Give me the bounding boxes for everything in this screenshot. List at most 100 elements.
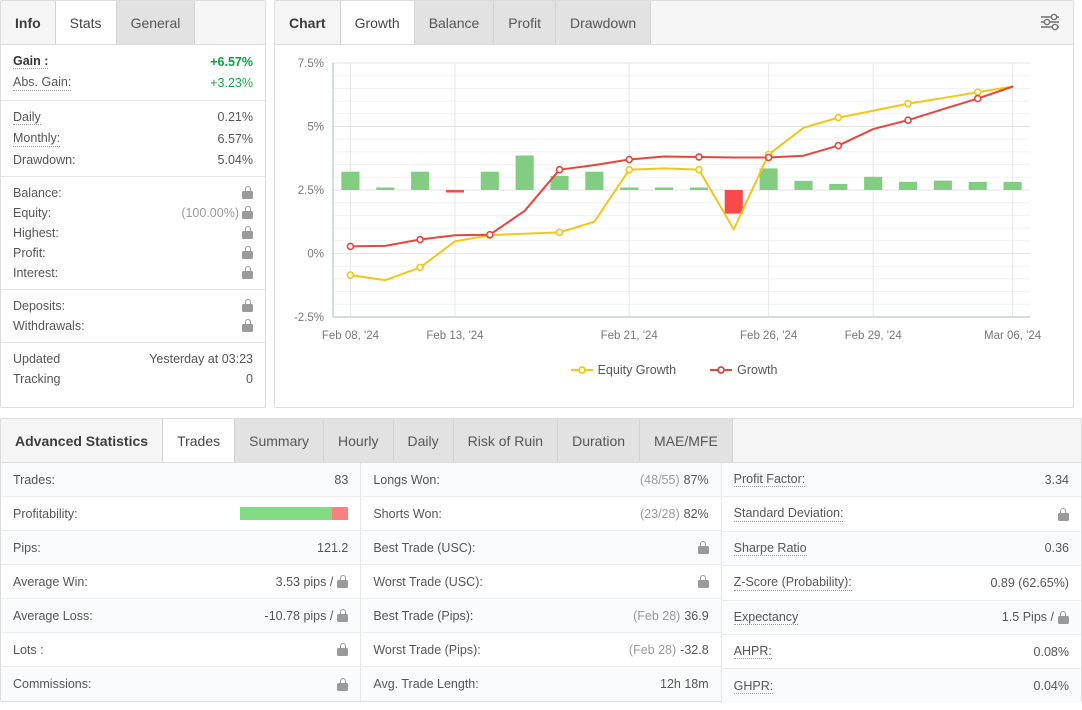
statistics-key[interactable]: Sharpe Ratio xyxy=(734,541,807,556)
chart-tab-balance[interactable]: Balance xyxy=(415,1,495,44)
statistics-value: 3.53 pips / xyxy=(276,575,349,589)
series-point[interactable] xyxy=(835,115,841,121)
statistics-column: Profit Factor: 3.34 Standard Deviation: Sha… xyxy=(721,463,1081,703)
statistics-key[interactable]: AHPR: xyxy=(734,644,772,659)
chart-bar[interactable] xyxy=(411,172,429,190)
statistics-row: Average Loss:-10.78 pips / xyxy=(1,599,360,633)
chart-bar[interactable] xyxy=(446,190,464,193)
chart-bar[interactable] xyxy=(794,181,812,190)
legend-item-growth[interactable]: Growth xyxy=(710,363,777,377)
statistics-key[interactable]: Z-Score (Probability): xyxy=(734,575,852,590)
stat-label: Highest: xyxy=(13,226,59,240)
statistics-row: Best Trade (USC): xyxy=(361,531,720,565)
series-line-growth[interactable] xyxy=(350,87,1012,247)
series-point[interactable] xyxy=(347,243,353,249)
statistics-value: 83 xyxy=(334,473,348,487)
chart-tab-chart[interactable]: Chart xyxy=(275,1,341,44)
series-point[interactable] xyxy=(835,143,841,149)
chart-bar[interactable] xyxy=(655,188,673,191)
statistics-key[interactable]: GHPR: xyxy=(734,679,774,694)
sidebar-tab-stats[interactable]: Stats xyxy=(56,1,117,44)
sidebar-stat-row: Drawdown:5.04% xyxy=(1,150,265,170)
statistics-key: Profitability: xyxy=(13,507,78,521)
statistics-key[interactable]: Expectancy xyxy=(734,610,799,625)
stats-tab-mae-mfe[interactable]: MAE/MFE xyxy=(640,419,733,462)
y-axis-tick-label: -2.5% xyxy=(294,312,324,324)
chart-bar[interactable] xyxy=(899,182,917,190)
sidebar-tab-general[interactable]: General xyxy=(117,1,196,44)
stats-tab-summary[interactable]: Summary xyxy=(235,419,324,462)
series-point[interactable] xyxy=(766,154,772,160)
series-point[interactable] xyxy=(417,264,423,270)
statistics-value: 3.34 xyxy=(1045,473,1069,487)
series-point[interactable] xyxy=(975,96,981,102)
sidebar-stat-group: Gain :+6.57%Abs. Gain:+3.23% xyxy=(1,45,265,101)
stat-label[interactable]: Abs. Gain: xyxy=(13,75,71,90)
series-point[interactable] xyxy=(487,232,493,238)
chart-tab-drawdown[interactable]: Drawdown xyxy=(556,1,651,44)
stat-value-text: 0.21% xyxy=(218,110,253,124)
statistics-value-text: 12h 18m xyxy=(660,677,709,691)
series-point[interactable] xyxy=(696,154,702,160)
legend-label: Growth xyxy=(737,363,777,377)
series-point[interactable] xyxy=(626,167,632,173)
stat-label: Drawdown: xyxy=(13,153,76,167)
statistics-value: 0.89 (62.65%) xyxy=(990,576,1069,590)
stats-tab-duration[interactable]: Duration xyxy=(558,419,640,462)
chart-bar[interactable] xyxy=(969,182,987,190)
series-point[interactable] xyxy=(905,117,911,123)
chart-bar[interactable] xyxy=(864,177,882,190)
statistics-key[interactable]: Standard Deviation: xyxy=(734,506,844,521)
chart-bar[interactable] xyxy=(341,172,359,190)
statistics-column: Longs Won:(48/55)87%Shorts Won:(23/28)82… xyxy=(360,463,720,703)
statistics-value-text: 0.36 xyxy=(1045,541,1069,555)
stat-label[interactable]: Daily xyxy=(13,110,41,125)
chart-settings-icon[interactable] xyxy=(1037,10,1063,34)
stats-tab-trades[interactable]: Trades xyxy=(163,419,235,462)
chart-bar[interactable] xyxy=(481,172,499,190)
series-point[interactable] xyxy=(975,89,981,95)
chart-tab-growth[interactable]: Growth xyxy=(341,1,415,44)
stats-tab-daily[interactable]: Daily xyxy=(394,419,454,462)
series-point[interactable] xyxy=(347,272,353,278)
sidebar-stat-row: Balance: xyxy=(1,183,265,203)
series-point[interactable] xyxy=(557,167,563,173)
lock-icon xyxy=(1058,611,1069,624)
statistics-key: Shorts Won: xyxy=(373,507,442,521)
chart-bar[interactable] xyxy=(376,188,394,191)
sidebar-tab-info[interactable]: Info xyxy=(1,1,56,44)
y-axis-tick-label: 7.5% xyxy=(298,58,324,70)
stat-value xyxy=(242,246,253,259)
series-point[interactable] xyxy=(696,167,702,173)
stats-tab-advanced-statistics[interactable]: Advanced Statistics xyxy=(1,419,163,462)
growth-chart-panel: ChartGrowthBalanceProfitDrawdown xyxy=(274,0,1074,408)
series-point[interactable] xyxy=(626,157,632,163)
stat-value-text: 6.57% xyxy=(218,132,253,146)
chart-bar[interactable] xyxy=(1004,182,1022,190)
stat-label[interactable]: Gain : xyxy=(13,54,48,69)
statistics-key[interactable]: Profit Factor: xyxy=(734,472,806,487)
stat-label: Interest: xyxy=(13,266,58,280)
stats-tab-hourly[interactable]: Hourly xyxy=(324,419,393,462)
series-point[interactable] xyxy=(905,101,911,107)
stat-label[interactable]: Monthly: xyxy=(13,131,60,146)
chart-tab-profit[interactable]: Profit xyxy=(494,1,556,44)
chart-bar[interactable] xyxy=(934,181,952,190)
series-point[interactable] xyxy=(417,237,423,243)
stat-label: Updated xyxy=(13,352,60,366)
chart-bar[interactable] xyxy=(760,168,778,190)
chart-bar[interactable] xyxy=(620,188,638,191)
series-point[interactable] xyxy=(557,229,563,235)
growth-chart-svg[interactable]: 7.5%5%2.5%0%-2.5%Feb 08, '24Feb 13, '24F… xyxy=(275,49,1073,379)
stats-tab-risk-of-ruin[interactable]: Risk of Ruin xyxy=(454,419,558,462)
lock-icon xyxy=(242,206,253,219)
stat-label: Balance: xyxy=(13,186,62,200)
chart-bar[interactable] xyxy=(585,172,603,190)
chart-bar[interactable] xyxy=(725,190,743,214)
sidebar-stat-row: Highest: xyxy=(1,223,265,243)
chart-bar[interactable] xyxy=(829,184,847,190)
chart-bar[interactable] xyxy=(516,155,534,190)
stat-value xyxy=(242,266,253,279)
chart-bar[interactable] xyxy=(690,188,708,191)
legend-item-equity-growth[interactable]: Equity Growth xyxy=(571,363,677,377)
